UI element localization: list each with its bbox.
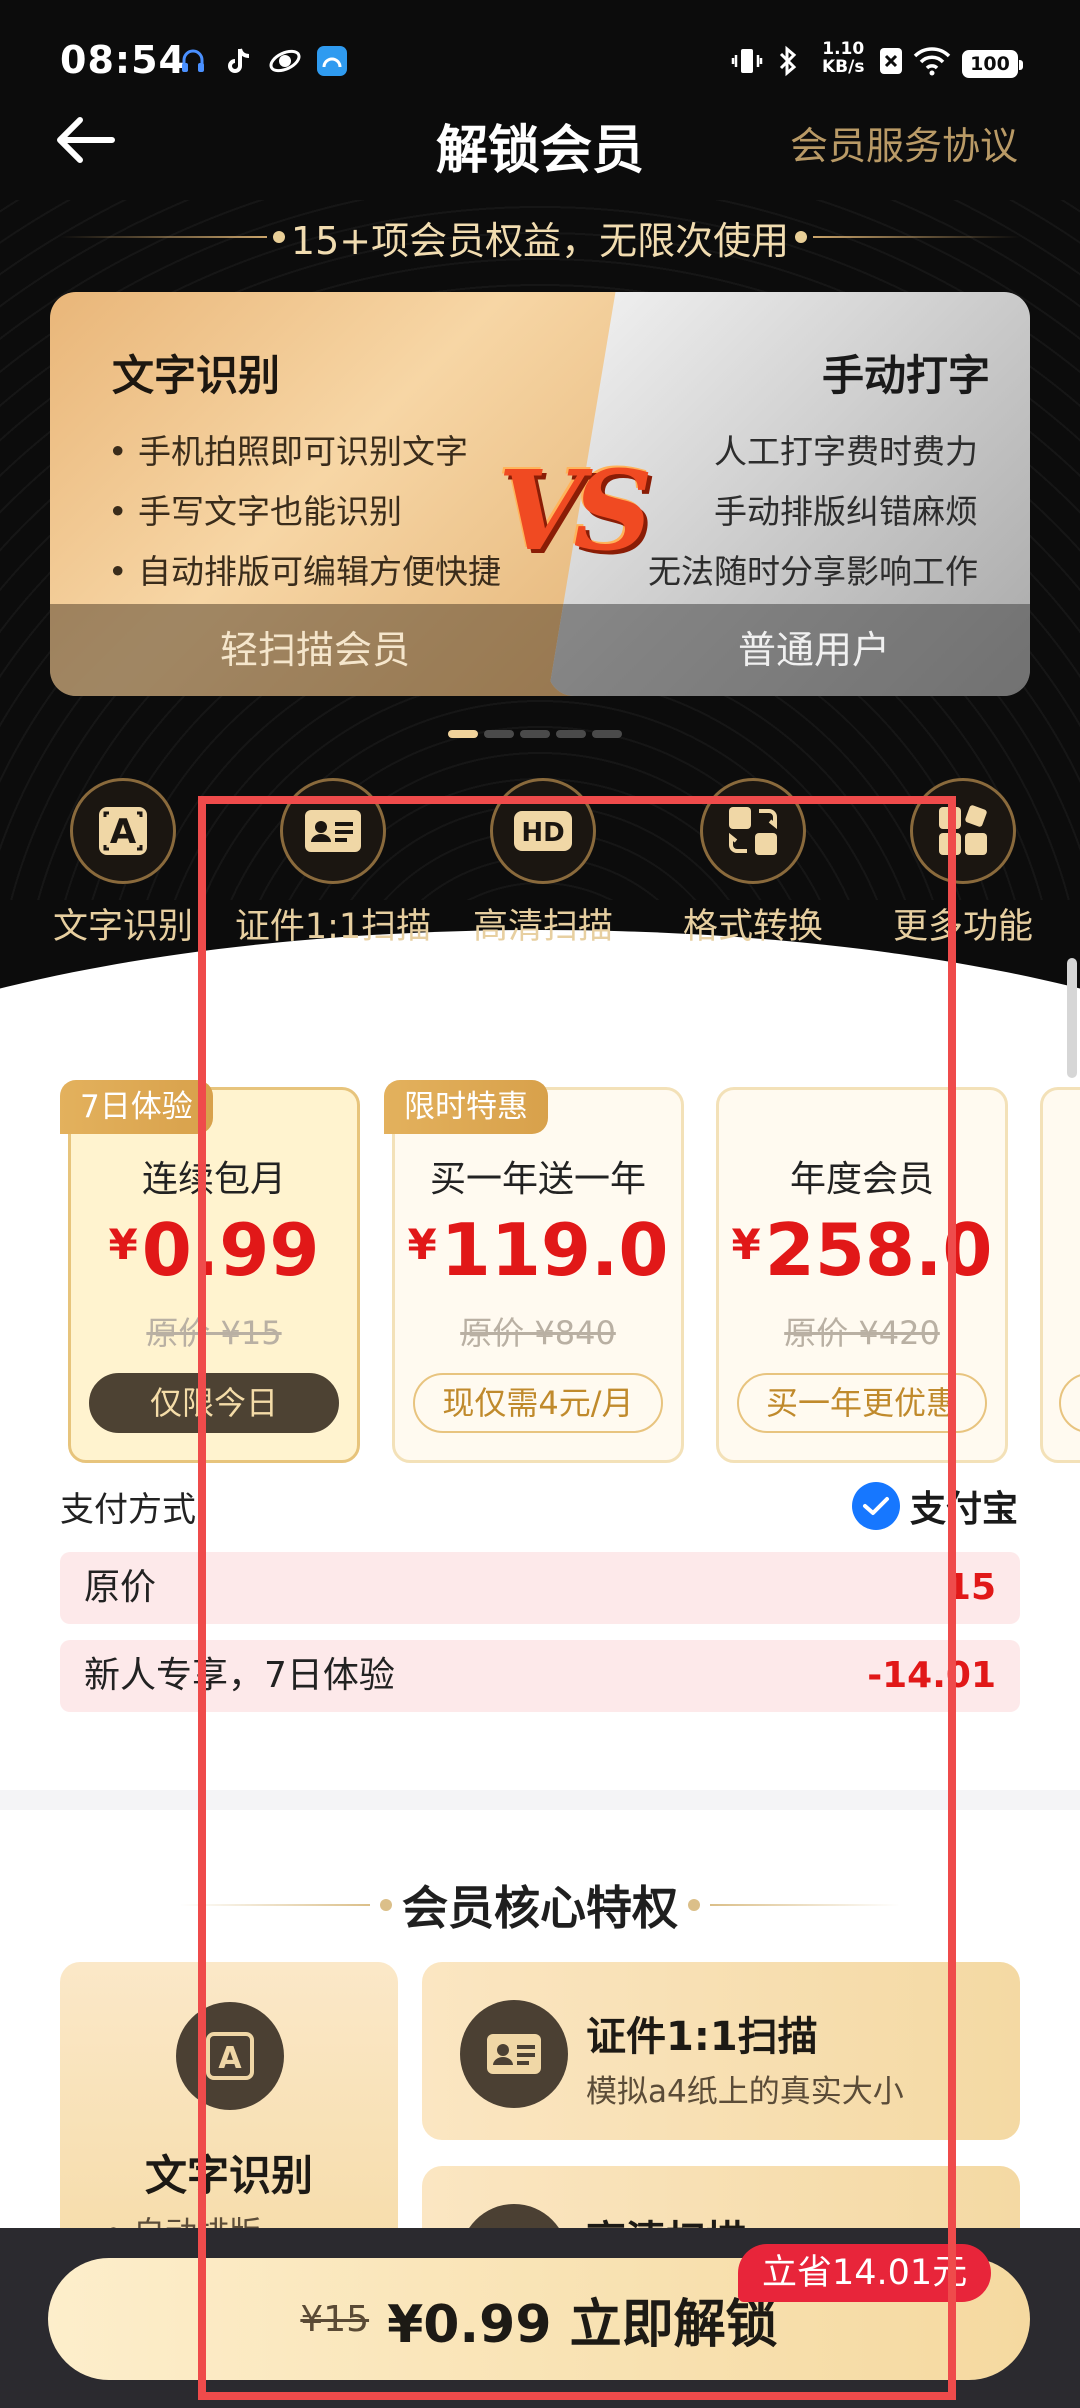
- benefit-text: 15+项会员权益，无限次使用: [290, 218, 790, 263]
- status-time: 08:54: [60, 38, 186, 82]
- divider-line: [813, 236, 1021, 238]
- scanner-app-icon: [316, 44, 348, 78]
- bluetooth-icon: [776, 44, 800, 78]
- divider-dot: [272, 231, 285, 243]
- carousel-dot[interactable]: [592, 730, 622, 738]
- member-card-title: 文字识别: [112, 351, 281, 400]
- plan-card-partial[interactable]: [1040, 1087, 1080, 1463]
- svg-text:A: A: [110, 812, 137, 852]
- member-point: • 手写文字也能识别: [108, 492, 402, 531]
- divider-line: [60, 236, 267, 238]
- carousel-dot-active[interactable]: [448, 730, 478, 738]
- carousel-dot[interactable]: [520, 730, 550, 738]
- tiktok-icon: [226, 44, 252, 78]
- ocr-icon: A: [70, 778, 176, 884]
- member-agreement-link[interactable]: 会员服务协议: [790, 115, 1018, 170]
- carousel-dot[interactable]: [484, 730, 514, 738]
- highlight-box: [198, 796, 956, 2400]
- function-ocr[interactable]: A 文字识别: [18, 778, 228, 949]
- screen: { "status": {"time": "08:54", "net_speed…: [0, 0, 1080, 2408]
- vibrate-icon: [730, 44, 764, 78]
- network-speed: 1.10 KB/s: [822, 40, 864, 76]
- plan-tag: 7日体验: [60, 1080, 213, 1134]
- carousel-indicator: [448, 730, 622, 738]
- normal-point: 无法随时分享影响工作: [648, 552, 978, 591]
- divider-dot: [795, 231, 808, 243]
- battery-indicator: 100: [962, 50, 1023, 78]
- planet-app-icon: [268, 44, 302, 78]
- carousel-dot[interactable]: [556, 730, 586, 738]
- member-points: • 手机拍照即可识别文字 • 手写文字也能识别 • 自动排版可编辑方便快捷: [108, 422, 501, 602]
- headset-icon: [178, 44, 208, 78]
- plan-pill: [1059, 1373, 1080, 1433]
- benefit-headline: 15+项会员权益，无限次使用: [60, 212, 1021, 263]
- price-row-label: 原价: [84, 1567, 157, 1608]
- no-sim-icon: [878, 44, 904, 78]
- scrollbar[interactable]: [1067, 958, 1077, 1078]
- member-point: • 手机拍照即可识别文字: [108, 432, 468, 471]
- net-speed-value: 1.10: [822, 39, 865, 59]
- function-label: 文字识别: [52, 907, 193, 947]
- normal-point: 手动排版纠错麻烦: [714, 492, 978, 531]
- currency-symbol: ¥: [108, 1220, 138, 1269]
- vs-badge: VS: [498, 446, 653, 575]
- normal-card-title: 手动打字: [821, 351, 990, 400]
- wifi-icon: [912, 44, 952, 78]
- normal-point: 人工打字费时费力: [714, 432, 978, 471]
- member-point: • 自动排版可编辑方便快捷: [108, 552, 501, 591]
- normal-card-footer: 普通用户: [548, 604, 1030, 696]
- normal-points: 人工打字费时费力 手动排版纠错麻烦 无法随时分享影响工作: [648, 422, 978, 602]
- payment-method-label: 支付方式: [60, 1490, 196, 1530]
- status-bar: 08:54 1.10 KB/s 100: [0, 0, 1080, 120]
- net-speed-unit: KB/s: [822, 57, 865, 77]
